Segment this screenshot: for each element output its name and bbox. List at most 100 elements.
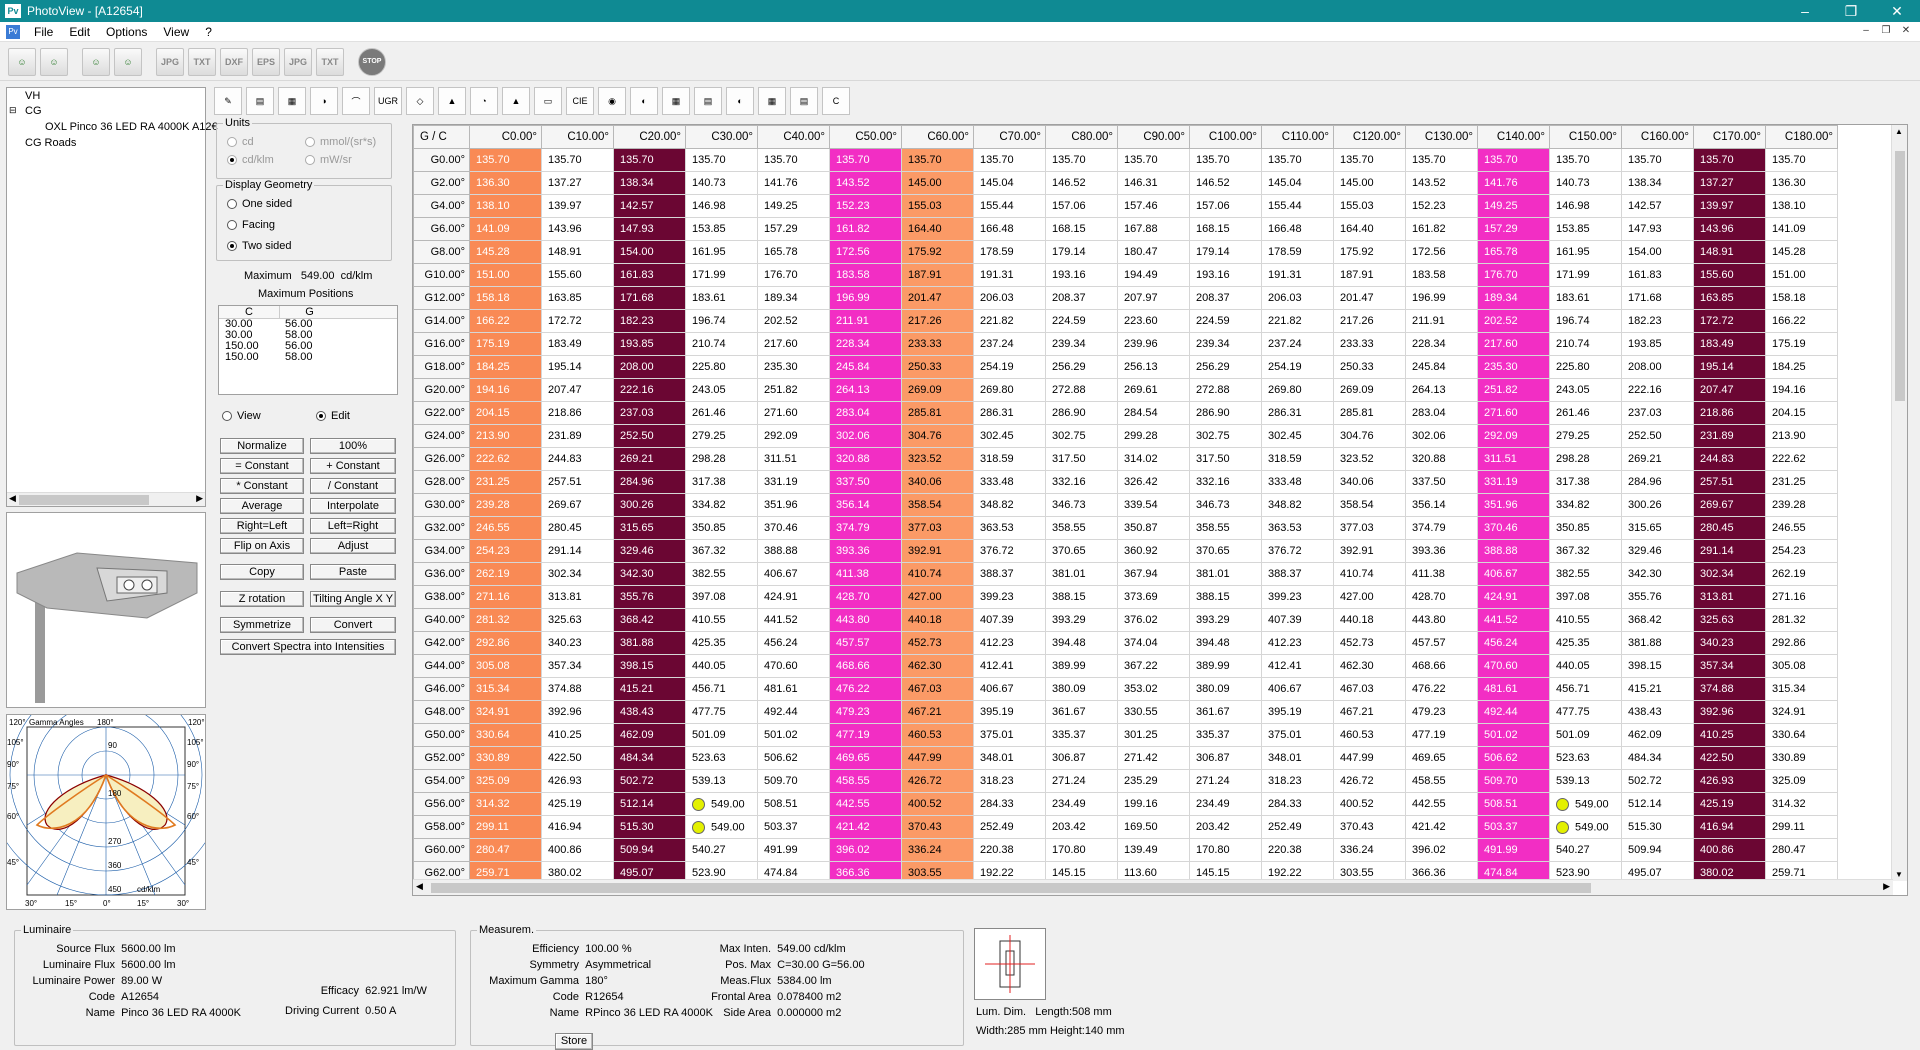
intensity-cell[interactable]: 184.25: [1765, 355, 1838, 379]
intensity-cell[interactable]: 171.99: [685, 263, 758, 287]
intensity-cell[interactable]: 222.16: [1621, 378, 1694, 402]
intensity-cell[interactable]: 305.08: [1765, 654, 1838, 678]
intensity-cell[interactable]: 447.99: [901, 746, 974, 770]
intensity-cell[interactable]: 272.88: [1045, 378, 1118, 402]
intensity-cell[interactable]: 161.82: [829, 217, 902, 241]
intensity-cell[interactable]: 231.89: [1693, 424, 1766, 448]
intensity-cell[interactable]: 135.70: [1261, 148, 1334, 172]
intensity-cell[interactable]: 428.70: [1405, 585, 1478, 609]
intensity-cell[interactable]: 189.34: [1477, 286, 1550, 310]
column-header[interactable]: C180.00°: [1765, 125, 1838, 149]
intensity-cell[interactable]: 269.21: [1621, 447, 1694, 471]
intensity-table[interactable]: G / C C0.00° C10.00° C20.00° C30.00° C40.00° C…: [413, 125, 1838, 885]
intensity-cell[interactable]: 412.23: [973, 631, 1046, 655]
intensity-cell[interactable]: 456.71: [1549, 677, 1622, 701]
intensity-cell[interactable]: 320.88: [1405, 447, 1478, 471]
intensity-cell[interactable]: 326.42: [1117, 470, 1190, 494]
intensity-cell[interactable]: 183.58: [1405, 263, 1478, 287]
intensity-cell[interactable]: 235.29: [1117, 769, 1190, 793]
multi-person-icon[interactable]: ☺: [82, 47, 110, 76]
intensity-cell[interactable]: 477.75: [685, 700, 758, 724]
scroll-left-icon[interactable]: ◀: [9, 493, 16, 504]
intensity-cell[interactable]: 154.00: [1621, 240, 1694, 264]
intensity-cell[interactable]: 549.00: [685, 792, 758, 816]
flip-on-axis-button[interactable]: Flip on Axis: [220, 538, 304, 554]
intensity-cell[interactable]: 299.11: [469, 815, 542, 839]
intensity-cell[interactable]: 523.63: [685, 746, 758, 770]
intensity-cell[interactable]: 425.35: [685, 631, 758, 655]
intensity-cell[interactable]: 335.37: [1045, 723, 1118, 747]
intensity-cell[interactable]: 225.80: [685, 355, 758, 379]
intensity-cell[interactable]: 204.15: [1765, 401, 1838, 425]
row-header[interactable]: G50.00°: [413, 723, 470, 747]
intensity-cell[interactable]: 393.29: [1189, 608, 1262, 632]
intensity-cell[interactable]: 149.25: [757, 194, 830, 218]
intensity-cell[interactable]: 182.23: [613, 309, 686, 333]
intensity-cell[interactable]: 462.30: [901, 654, 974, 678]
intensity-cell[interactable]: 222.62: [469, 447, 542, 471]
intensity-cell[interactable]: 142.57: [1621, 194, 1694, 218]
intensity-cell[interactable]: 157.06: [1045, 194, 1118, 218]
intensity-cell[interactable]: 442.55: [829, 792, 902, 816]
intensity-cell[interactable]: 342.30: [1621, 562, 1694, 586]
intensity-cell[interactable]: 264.13: [829, 378, 902, 402]
intensity-cell[interactable]: 250.33: [901, 355, 974, 379]
intensity-cell[interactable]: 193.85: [613, 332, 686, 356]
intensity-cell[interactable]: 456.71: [685, 677, 758, 701]
intensity-cell[interactable]: 217.26: [1333, 309, 1406, 333]
intensity-cell[interactable]: 302.34: [1693, 562, 1766, 586]
row-header[interactable]: G46.00°: [413, 677, 470, 701]
minimize-icon[interactable]: –: [1782, 0, 1828, 22]
intensity-cell[interactable]: 166.22: [469, 309, 542, 333]
intensity-cell[interactable]: 330.55: [1117, 700, 1190, 724]
paste-button[interactable]: Paste: [310, 564, 396, 580]
intensity-cell[interactable]: 350.87: [1117, 516, 1190, 540]
intensity-cell[interactable]: 394.48: [1045, 631, 1118, 655]
intensity-cell[interactable]: 292.86: [1765, 631, 1838, 655]
row-header[interactable]: G32.00°: [413, 516, 470, 540]
intensity-cell[interactable]: 407.39: [1261, 608, 1334, 632]
intensity-cell[interactable]: 375.01: [1261, 723, 1334, 747]
intensity-cell[interactable]: 135.70: [469, 148, 542, 172]
bulb-icon[interactable]: ◐: [726, 87, 754, 115]
column-header[interactable]: C90.00°: [1117, 125, 1190, 149]
column-header[interactable]: C140.00°: [1477, 125, 1550, 149]
intensity-cell[interactable]: 348.82: [973, 493, 1046, 517]
intensity-cell[interactable]: 462.09: [613, 723, 686, 747]
intensity-cell[interactable]: 317.50: [1189, 447, 1262, 471]
intensity-cell[interactable]: 175.92: [901, 240, 974, 264]
intensity-cell[interactable]: 506.62: [1477, 746, 1550, 770]
row-header[interactable]: G24.00°: [413, 424, 470, 448]
intensity-cell[interactable]: 502.72: [1621, 769, 1694, 793]
intensity-cell[interactable]: 165.78: [757, 240, 830, 264]
intensity-cell[interactable]: 187.91: [901, 263, 974, 287]
intensity-cell[interactable]: 256.29: [1045, 355, 1118, 379]
intensity-cell[interactable]: 398.15: [613, 654, 686, 678]
intensity-cell[interactable]: 170.80: [1045, 838, 1118, 862]
intensity-cell[interactable]: 171.68: [1621, 286, 1694, 310]
iso-icon[interactable]: ◇: [406, 87, 434, 115]
intensity-cell[interactable]: 151.00: [469, 263, 542, 287]
row-header[interactable]: G60.00°: [413, 838, 470, 862]
row-header[interactable]: G38.00°: [413, 585, 470, 609]
intensity-cell[interactable]: 292.09: [1477, 424, 1550, 448]
intensity-cell[interactable]: 285.81: [1333, 401, 1406, 425]
intensity-cell[interactable]: 143.52: [1405, 171, 1478, 195]
intensity-cell[interactable]: 376.02: [1117, 608, 1190, 632]
dome-icon[interactable]: ◐: [630, 87, 658, 115]
intensity-cell[interactable]: 196.74: [685, 309, 758, 333]
intensity-cell[interactable]: 421.42: [1405, 815, 1478, 839]
intensity-cell[interactable]: 367.32: [685, 539, 758, 563]
scroll-right-icon[interactable]: ▶: [196, 493, 203, 504]
edit-icon[interactable]: ✎: [214, 87, 242, 115]
radio-facing[interactable]: Facing: [227, 219, 275, 231]
intensity-cell[interactable]: 210.74: [685, 332, 758, 356]
intensity-cell[interactable]: 376.72: [973, 539, 1046, 563]
intensity-cell[interactable]: 351.96: [1477, 493, 1550, 517]
intensity-cell[interactable]: 375.01: [973, 723, 1046, 747]
intensity-cell[interactable]: 246.55: [1765, 516, 1838, 540]
intensity-cell[interactable]: 339.54: [1117, 493, 1190, 517]
intensity-cell[interactable]: 468.66: [829, 654, 902, 678]
intensity-cell[interactable]: 234.49: [1045, 792, 1118, 816]
intensity-cell[interactable]: 161.82: [1405, 217, 1478, 241]
